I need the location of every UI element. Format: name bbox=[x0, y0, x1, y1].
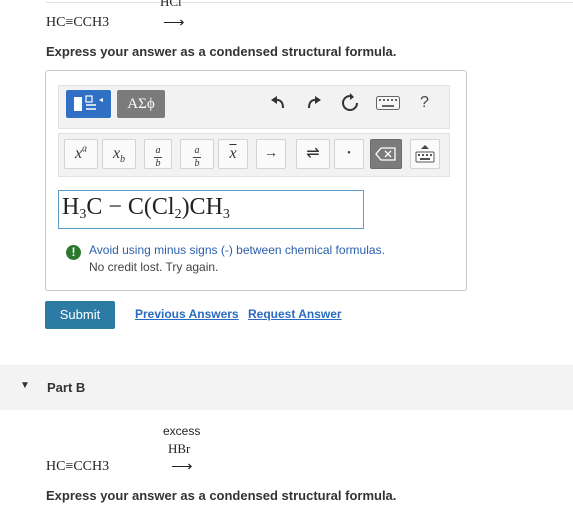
subscript-button[interactable]: xb bbox=[102, 139, 136, 169]
reagent-label: HBr bbox=[168, 441, 191, 456]
equilibrium-arrow-button[interactable]: ⇌ bbox=[296, 139, 330, 169]
feedback-message: Avoid using minus signs (-) between chem… bbox=[89, 243, 385, 257]
mixed-fraction-button[interactable]: ab bbox=[180, 139, 214, 169]
reset-icon[interactable] bbox=[340, 93, 360, 118]
feedback-note: No credit lost. Try again. bbox=[89, 260, 219, 274]
redo-icon[interactable] bbox=[304, 93, 324, 118]
undo-icon[interactable] bbox=[268, 93, 288, 118]
reagent-excess-label: excess bbox=[163, 424, 201, 438]
part-b-label: Part B bbox=[47, 380, 86, 395]
overline-button[interactable]: x bbox=[218, 139, 248, 169]
backspace-button[interactable] bbox=[370, 139, 402, 169]
collapse-caret-icon[interactable]: ▼ bbox=[20, 380, 30, 391]
keyboard-icon[interactable] bbox=[376, 96, 400, 115]
section-divider bbox=[46, 2, 573, 3]
fraction-button[interactable]: ab bbox=[144, 139, 172, 169]
request-answer-link[interactable]: Request Answer bbox=[248, 307, 342, 321]
question-prompt: Express your answer as a condensed struc… bbox=[46, 488, 397, 503]
reagent-label: HCl bbox=[160, 0, 182, 9]
reactant-formula: HC≡CCH3 bbox=[46, 459, 110, 474]
warning-icon: ! bbox=[66, 245, 81, 260]
previous-answers-link[interactable]: Previous Answers bbox=[135, 307, 239, 321]
backspace-icon bbox=[375, 147, 396, 161]
greek-symbols-button[interactable]: ΑΣϕ bbox=[117, 90, 165, 118]
reaction-arrow: ⟶ bbox=[171, 458, 193, 475]
help-icon[interactable]: ? bbox=[420, 94, 429, 112]
submit-button[interactable]: Submit bbox=[45, 301, 115, 329]
answer-text: H3C − C(Cl2)CH3 bbox=[62, 194, 230, 222]
keyboard-toggle-button[interactable] bbox=[410, 139, 440, 169]
superscript-button[interactable]: xa bbox=[64, 139, 98, 169]
dot-button[interactable]: • bbox=[334, 139, 364, 169]
templates-icon bbox=[74, 95, 103, 111]
reactant-formula: HC≡CCH3 bbox=[46, 15, 110, 30]
templates-button[interactable] bbox=[66, 90, 111, 118]
part-b-header[interactable] bbox=[0, 365, 573, 410]
reaction-arrow: ⟶ bbox=[163, 14, 185, 31]
question-prompt: Express your answer as a condensed struc… bbox=[46, 44, 397, 59]
reaction-arrow-button[interactable]: → bbox=[256, 139, 286, 169]
keyboard-toggle-icon bbox=[415, 145, 435, 163]
